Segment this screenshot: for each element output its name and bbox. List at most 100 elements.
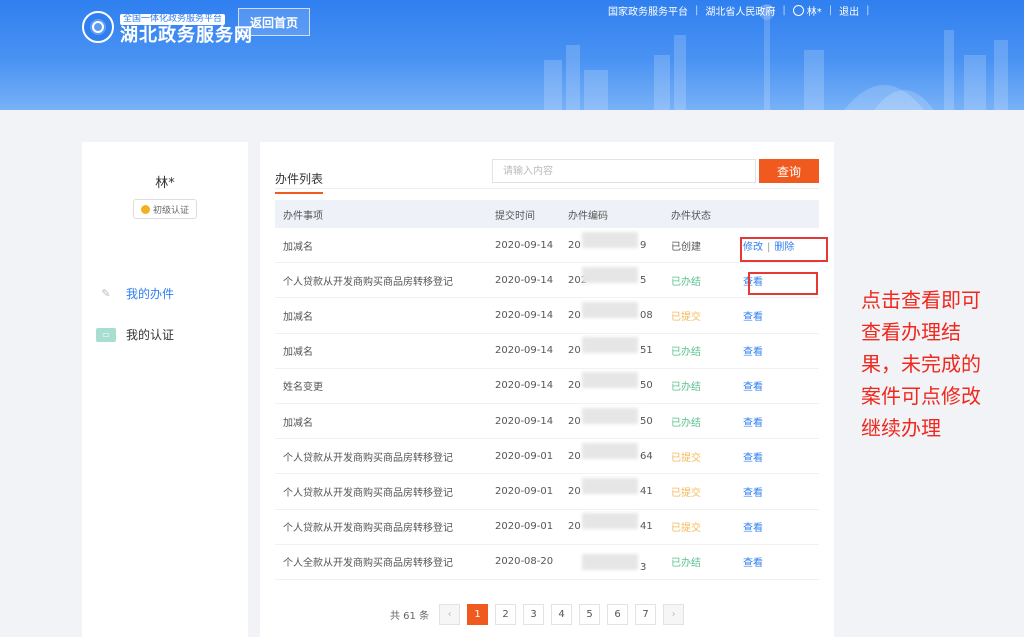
redaction-blur xyxy=(582,266,638,283)
page-number-button[interactable]: 7 xyxy=(635,604,657,625)
case-status: 已提交 xyxy=(671,452,701,464)
case-actions: 查看 xyxy=(741,449,819,464)
sidebar-item-my-cases[interactable]: ✎ 我的办件 xyxy=(96,285,174,302)
nav-divider: | xyxy=(866,5,870,16)
table-row: 加减名 2020-09-14 20 9 已创建 修改 | 删除 xyxy=(275,228,819,264)
back-home-button[interactable]: 返回首页 xyxy=(238,8,310,36)
case-code: 202 5 xyxy=(568,266,671,286)
case-code-prefix: 20 xyxy=(568,450,581,462)
view-link[interactable]: 查看 xyxy=(743,488,763,499)
redaction-blur xyxy=(582,407,638,424)
case-code-suffix: 51 xyxy=(640,345,653,357)
case-item: 个人贷款从开发商购买商品房转移登记 xyxy=(283,523,453,535)
case-code: 20 9 xyxy=(568,231,671,251)
case-status: 已提交 xyxy=(671,487,701,499)
logout-link[interactable]: 退出 xyxy=(839,3,859,18)
column-header: 办件编码 xyxy=(568,210,608,222)
next-page-button[interactable]: › xyxy=(663,604,685,625)
annotation-line: 案件可点修改 xyxy=(861,384,981,408)
page-number-button[interactable]: 3 xyxy=(523,604,545,625)
user-sidebar: 林* 初级认证 ✎ 我的办件 ▭ 我的认证 xyxy=(82,142,248,637)
case-code-suffix: 41 xyxy=(640,485,653,497)
case-code-suffix: 64 xyxy=(640,450,653,462)
site-logo[interactable]: 全国一体化政务服务平台 湖北政务服务网 xyxy=(82,6,253,47)
sidebar-item-label: 我的认证 xyxy=(126,328,175,342)
pen-icon: ✎ xyxy=(101,287,111,300)
instruction-annotation: 点击查看即可 查看办理结 果，未完成的 案件可点修改 继续办理 xyxy=(861,284,1021,444)
case-code-suffix: 5 xyxy=(640,274,647,286)
case-code: 20 50 xyxy=(568,372,671,392)
submit-date: 2020-09-01 xyxy=(495,485,554,497)
table-row: 个人贷款从开发商购买商品房转移登记 2020-09-14 202 5 已办结 查看 xyxy=(275,263,819,299)
view-link[interactable]: 查看 xyxy=(743,382,763,393)
table-header: 办件事项 提交时间 办件编码 办件状态 xyxy=(275,200,819,228)
view-link[interactable]: 查看 xyxy=(743,523,763,534)
case-code-suffix: 50 xyxy=(640,415,653,427)
username-link[interactable]: 林* xyxy=(807,3,822,18)
case-status: 已提交 xyxy=(671,523,701,535)
view-link[interactable]: 查看 xyxy=(743,558,763,569)
view-link[interactable]: 查看 xyxy=(743,312,763,323)
case-item: 个人全款从开发商购买商品房转移登记 xyxy=(283,558,453,570)
page-number-button[interactable]: 2 xyxy=(495,604,517,625)
page-number-button[interactable]: 6 xyxy=(607,604,629,625)
page-number-button[interactable]: 4 xyxy=(551,604,573,625)
case-code: 20 41 xyxy=(568,477,671,497)
national-platform-link[interactable]: 国家政务服务平台 xyxy=(608,3,688,18)
redaction-blur xyxy=(582,231,638,248)
case-status: 已办结 xyxy=(671,558,701,570)
sidebar-item-my-certification[interactable]: ▭ 我的认证 xyxy=(96,326,174,343)
page-number-button[interactable]: 1 xyxy=(467,604,489,625)
case-status: 已创建 xyxy=(671,241,701,253)
case-list-tab[interactable]: 办件列表 xyxy=(275,170,324,194)
table-row: 个人贷款从开发商购买商品房转移登记 2020-09-01 20 41 已提交 查看 xyxy=(275,474,819,510)
case-code-prefix: 20 xyxy=(568,485,581,497)
prev-page-button[interactable]: ‹ xyxy=(439,604,461,625)
submit-date: 2020-09-14 xyxy=(495,380,554,392)
case-code-prefix: 20 xyxy=(568,415,581,427)
case-item: 姓名变更 xyxy=(283,382,323,394)
redaction-blur xyxy=(582,442,638,459)
case-item: 个人贷款从开发商购买商品房转移登记 xyxy=(283,487,453,499)
redaction-blur xyxy=(582,513,638,530)
case-actions: 查看 xyxy=(741,308,819,323)
annotation-line: 继续办理 xyxy=(861,416,941,440)
case-item: 加减名 xyxy=(283,417,313,429)
case-code-prefix: 20 xyxy=(568,380,581,392)
submit-date: 2020-09-14 xyxy=(495,345,554,357)
search-input[interactable] xyxy=(492,159,756,183)
table-row: 个人贷款从开发商购买商品房转移登记 2020-09-01 20 64 已提交 查看 xyxy=(275,439,819,475)
case-item: 个人贷款从开发商购买商品房转移登记 xyxy=(283,276,453,288)
case-actions: 查看 xyxy=(741,484,819,499)
title-divider xyxy=(275,188,819,189)
case-code-prefix: 20 xyxy=(568,521,581,533)
table-row: 加减名 2020-09-14 20 08 已提交 查看 xyxy=(275,298,819,334)
case-status: 已办结 xyxy=(671,347,701,359)
view-link[interactable]: 查看 xyxy=(743,418,763,429)
logo-title: 湖北政务服务网 xyxy=(120,25,253,46)
case-code-suffix: 3 xyxy=(640,561,647,573)
top-navigation: 国家政务服务平台 | 湖北省人民政府 | 林* | 退出 | xyxy=(608,3,877,18)
view-link[interactable]: 查看 xyxy=(743,347,763,358)
search-button[interactable]: 查询 xyxy=(759,159,819,183)
provincial-gov-link[interactable]: 湖北省人民政府 xyxy=(705,3,775,18)
nav-divider: | xyxy=(828,5,833,16)
table-row: 加减名 2020-09-14 20 50 已办结 查看 xyxy=(275,404,819,440)
view-link[interactable]: 查看 xyxy=(743,453,763,464)
redaction-blur xyxy=(582,337,638,354)
emblem-icon xyxy=(82,10,114,43)
case-actions: 查看 xyxy=(741,414,819,429)
table-row: 加减名 2020-09-14 20 51 已办结 查看 xyxy=(275,334,819,369)
annotation-line: 查看办理结 xyxy=(861,320,961,344)
page-number-button[interactable]: 5 xyxy=(579,604,601,625)
table-body: 加减名 2020-09-14 20 9 已创建 修改 | 删除 个人贷款从开发商购买商品房转移登… xyxy=(275,228,819,580)
pagination: 共 61 条 ‹ 1234567 › xyxy=(390,604,691,625)
site-header: 全国一体化政务服务平台 湖北政务服务网 返回首页 国家政务服务平台 | 湖北省人… xyxy=(0,0,1024,110)
case-actions: 查看 xyxy=(741,343,819,358)
highlight-edit-delete xyxy=(740,237,828,262)
case-code-suffix: 08 xyxy=(640,309,653,321)
table-row: 个人贷款从开发商购买商品房转移登记 2020-09-01 20 41 已提交 查看 xyxy=(275,510,819,545)
redaction-blur xyxy=(582,553,638,570)
highlight-view xyxy=(748,272,818,295)
nav-divider: | xyxy=(695,5,699,16)
